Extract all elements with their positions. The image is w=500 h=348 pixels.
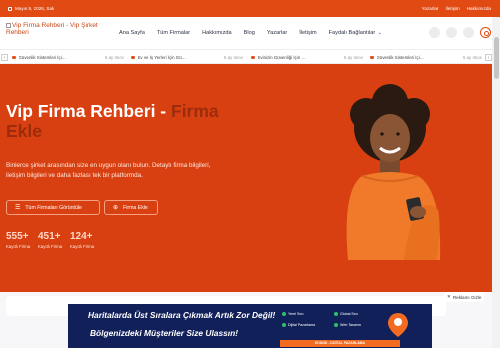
user-icon[interactable] bbox=[463, 27, 474, 38]
ad-feature: Web Tasarım bbox=[334, 323, 388, 327]
top-link-contact[interactable]: İletişim bbox=[445, 6, 459, 11]
nav-useful-links[interactable]: Faydalı Bağlantılar ⌄ bbox=[329, 30, 382, 36]
bullet-icon bbox=[370, 55, 374, 60]
broken-image-icon bbox=[6, 22, 11, 28]
nav-authors[interactable]: Yazarlar bbox=[267, 30, 287, 36]
stat-number: 555+ bbox=[6, 231, 29, 242]
bullet-icon bbox=[12, 55, 16, 60]
stat-label: Kayıtlı Firma bbox=[6, 244, 31, 249]
hide-ad-button[interactable]: ✕ Reklamı Gizle bbox=[444, 292, 485, 302]
ticker-time: 5 ay önce bbox=[343, 55, 363, 60]
stat-block: 124+ Kayıtlı Firma bbox=[70, 231, 94, 249]
ad-brand-pill: EDS2ID - DİJİTAL PAZARLAMA bbox=[280, 340, 400, 347]
nav-all-firms[interactable]: Tüm Firmalar bbox=[157, 30, 190, 36]
ticker-time: 5 ay önce bbox=[462, 55, 482, 60]
view-all-firms-button[interactable]: ☰ Tüm Firmaları Görüntüle bbox=[6, 200, 100, 215]
calendar-icon bbox=[8, 6, 12, 11]
nav-about[interactable]: Hakkımızda bbox=[202, 30, 232, 36]
stat-label: Kayıtlı Firma bbox=[38, 244, 63, 249]
top-bar: Mayıs 5, 2026, Salı Yazarlar İletişim Ha… bbox=[0, 0, 500, 17]
ticker-next-button[interactable]: › bbox=[485, 54, 492, 61]
search-icon[interactable] bbox=[446, 27, 457, 38]
check-icon bbox=[334, 312, 338, 316]
ad-headline-2: Bölgenizdeki Müşteriler Size Ulassın! bbox=[90, 328, 238, 338]
ticker-prev-button[interactable]: ‹ bbox=[1, 54, 8, 61]
ticker-time: 5 ay önce bbox=[104, 55, 124, 60]
top-links: Yazarlar İletişim Hakkımızda bbox=[422, 6, 491, 11]
hero-title: Vip Firma Rehberi - Firma Ekle bbox=[6, 101, 256, 141]
ticker-item[interactable]: Ev ve İş Yerleri İçin Gü… 5 ay önce bbox=[131, 55, 249, 60]
stat-number: 451+ bbox=[38, 231, 61, 242]
nav-blog[interactable]: Blog bbox=[244, 30, 255, 36]
ticker-item[interactable]: Evinizin Güvenliği İçin … 5 ay önce bbox=[251, 55, 369, 60]
ticker-title: Evinizin Güvenliği İçin … bbox=[257, 55, 306, 60]
hero-title-highlight: Firma bbox=[171, 101, 219, 121]
news-ticker: ‹ Güvenlik Sistemleri İçi… 5 ay önce Ev … bbox=[0, 49, 500, 64]
stat-number: 124+ bbox=[70, 231, 93, 242]
ad-feature-label: Web Tasarım bbox=[340, 323, 362, 327]
ad-banner[interactable]: Haritalarda Üst Sıralara Çıkmak Artık Zo… bbox=[68, 304, 432, 348]
list-icon: ☰ bbox=[15, 205, 21, 211]
hide-ad-label: Reklamı Gizle bbox=[452, 294, 482, 300]
close-icon: ✕ bbox=[447, 294, 451, 299]
ticker-title: Güvenlik Sistemleri İçi… bbox=[376, 55, 425, 60]
chevron-down-icon: ⌄ bbox=[376, 30, 382, 36]
map-pin-icon bbox=[388, 313, 408, 337]
check-icon bbox=[282, 312, 286, 316]
hero-description: Binlerce şirket arasından size en uygun … bbox=[6, 161, 246, 181]
ad-feature-label: Yerel Seo bbox=[288, 312, 304, 316]
nav-contact[interactable]: İletişim bbox=[299, 30, 316, 36]
ad-feature: Global Seo bbox=[334, 312, 388, 316]
site-logo[interactable]: Vip Firma Rehberi - Vip Şirket Rehberi bbox=[6, 22, 116, 36]
hero-person-image bbox=[346, 84, 441, 260]
stat-block: 555+ Kayıtlı Firma bbox=[6, 231, 30, 249]
ad-feature: Yerel Seo bbox=[282, 312, 336, 316]
ad-headline-1: Haritalarda Üst Sıralara Çıkmak Artık Zo… bbox=[88, 310, 276, 320]
add-firm-button[interactable]: ⊕ Firma Ekle bbox=[104, 200, 158, 215]
add-firm-label: Firma Ekle bbox=[123, 204, 148, 211]
settings-icon[interactable] bbox=[480, 27, 491, 38]
nav-home[interactable]: Ana Sayfa bbox=[119, 30, 145, 36]
scrollbar-thumb[interactable] bbox=[493, 37, 499, 79]
stat-block: 451+ Kayıtlı Firma bbox=[38, 231, 62, 249]
hero-title-main: Vip Firma Rehberi - bbox=[6, 101, 171, 121]
ticker-time: 5 ay önce bbox=[223, 55, 243, 60]
hero-desc-line-1: Binlerce şirket arasından size en uygun … bbox=[6, 162, 211, 169]
ticker-title: Ev ve İş Yerleri İçin Gü… bbox=[137, 55, 187, 60]
site-header: Vip Firma Rehberi - Vip Şirket Rehberi A… bbox=[0, 17, 500, 49]
date-display: Mayıs 5, 2026, Salı bbox=[8, 6, 54, 11]
page-scrollbar[interactable] bbox=[492, 17, 500, 348]
ticker-item[interactable]: Güvenlik Sistemleri İçi… 5 ay önce bbox=[370, 55, 488, 60]
ad-feature-label: Global Seo bbox=[340, 312, 358, 316]
top-link-about[interactable]: Hakkımızda bbox=[467, 6, 491, 11]
check-icon bbox=[334, 323, 338, 327]
bullet-icon bbox=[251, 55, 255, 60]
logo-alt-text: Vip Firma Rehberi - Vip Şirket Rehberi bbox=[6, 22, 98, 36]
header-actions bbox=[429, 27, 491, 38]
moon-icon[interactable] bbox=[429, 27, 440, 38]
main-nav: Ana Sayfa Tüm Firmalar Hakkımızda Blog Y… bbox=[119, 30, 382, 36]
view-all-firms-label: Tüm Firmaları Görüntüle bbox=[25, 204, 82, 211]
stat-label: Kayıtlı Firma bbox=[70, 244, 95, 249]
check-icon bbox=[282, 323, 286, 327]
bullet-icon bbox=[131, 55, 135, 60]
ticker-item[interactable]: Güvenlik Sistemleri İçi… 5 ay önce bbox=[12, 55, 130, 60]
ad-feature: Dijital Pazarlama bbox=[282, 323, 336, 327]
hero-desc-line-2: iletişim bilgileri ve daha fazlası tek b… bbox=[6, 172, 143, 179]
hero-section: Vip Firma Rehberi - Firma Ekle Binlerce ş… bbox=[0, 64, 492, 292]
plus-circle-icon: ⊕ bbox=[113, 205, 119, 211]
date-text: Mayıs 5, 2026, Salı bbox=[15, 6, 55, 11]
nav-useful-links-label: Faydalı Bağlantılar bbox=[328, 30, 376, 36]
ad-feature-label: Dijital Pazarlama bbox=[288, 323, 315, 327]
hero-title-highlight-2: Ekle bbox=[6, 121, 42, 141]
top-link-authors[interactable]: Yazarlar bbox=[422, 6, 439, 11]
ticker-title: Güvenlik Sistemleri İçi… bbox=[18, 55, 67, 60]
